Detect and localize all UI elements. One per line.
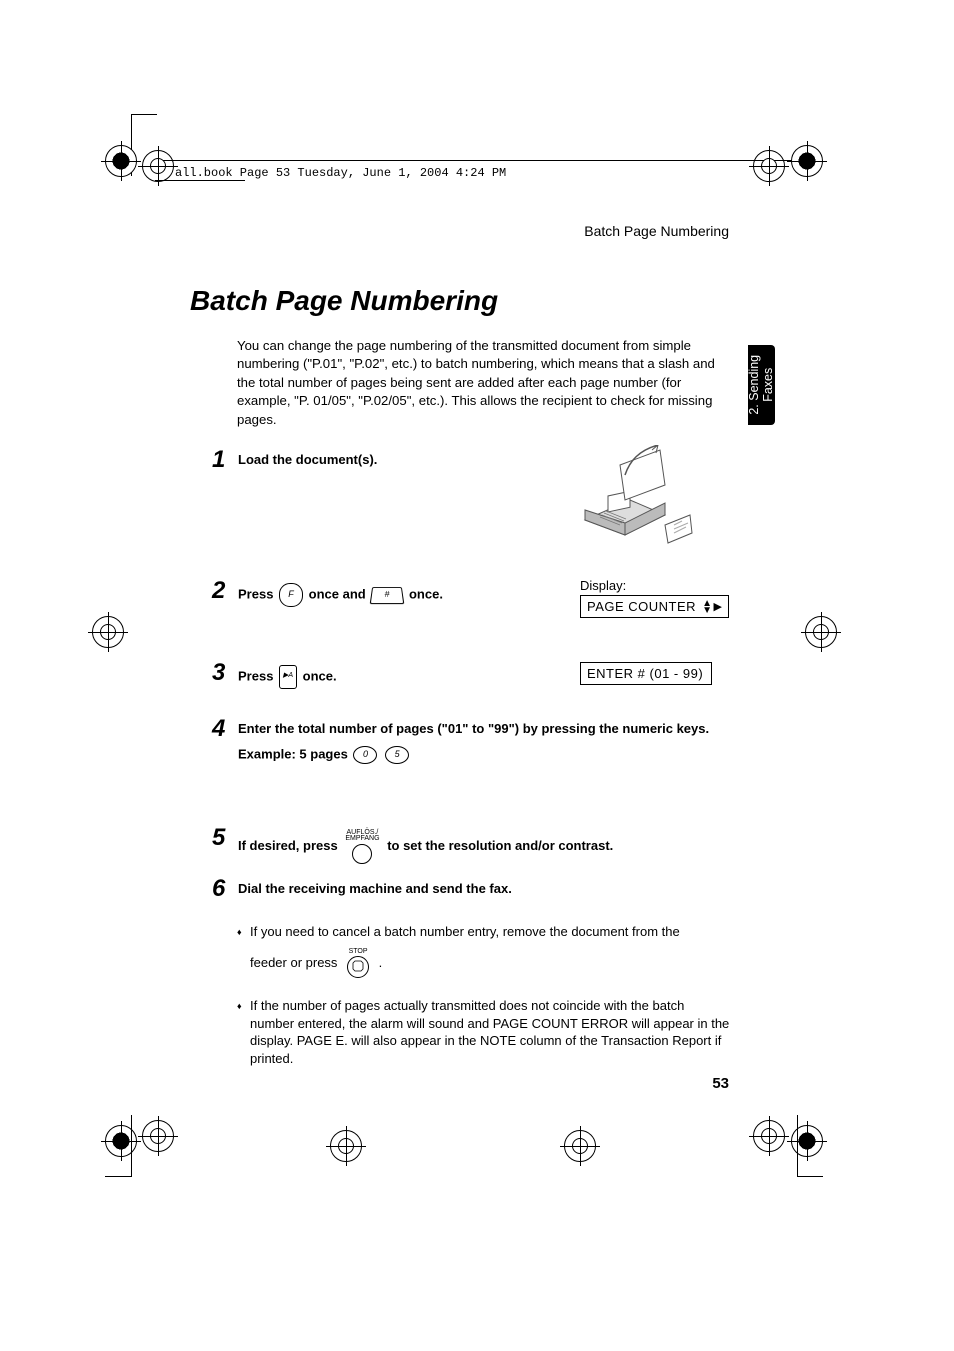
running-header: Batch Page Numbering bbox=[584, 223, 729, 239]
lcd-display: ENTER # (01 - 99) bbox=[580, 662, 712, 685]
step-number: 1 bbox=[212, 446, 225, 474]
section-title: Batch Page Numbering bbox=[190, 285, 498, 317]
registration-mark-icon bbox=[105, 145, 137, 177]
step-number: 3 bbox=[212, 659, 225, 687]
speaker-key-icon: ▶A bbox=[279, 665, 297, 689]
hash-key-icon: # bbox=[370, 587, 405, 604]
step-6-text: Dial the receiving machine and send the … bbox=[238, 881, 725, 896]
registration-mark-icon bbox=[330, 1130, 362, 1162]
registration-mark-icon bbox=[791, 145, 823, 177]
right-arrow-icon: ▶ bbox=[713, 600, 722, 613]
lcd-display: PAGE COUNTER ▲▼ ▶ bbox=[580, 595, 729, 618]
function-key-icon: F bbox=[279, 583, 303, 607]
display-label: Display: bbox=[580, 578, 729, 593]
note-bullet: If the number of pages actually transmit… bbox=[250, 997, 730, 1067]
step-number: 6 bbox=[212, 875, 225, 903]
chapter-tab-line1: 2. Sending bbox=[747, 355, 761, 415]
book-meta-line: all.book Page 53 Tuesday, June 1, 2004 4… bbox=[175, 166, 506, 180]
note-bullet: If you need to cancel a batch number ent… bbox=[250, 923, 730, 978]
step-number: 5 bbox=[212, 824, 225, 852]
registration-mark-icon bbox=[142, 150, 174, 182]
registration-mark-icon bbox=[753, 150, 785, 182]
updown-arrow-icon: ▲▼ bbox=[702, 600, 712, 614]
chapter-tab-line2: Faxes bbox=[761, 368, 775, 402]
registration-mark-icon bbox=[142, 1120, 174, 1152]
step-number: 4 bbox=[212, 715, 225, 743]
registration-mark-icon bbox=[791, 1125, 823, 1157]
resolution-key-icon bbox=[352, 844, 372, 864]
stop-key-icon bbox=[347, 956, 369, 978]
digit-0-key-icon: 0 bbox=[353, 746, 377, 764]
registration-mark-icon bbox=[805, 616, 837, 648]
registration-mark-icon bbox=[564, 1130, 596, 1162]
step-4-text: Enter the total number of pages ("01" to… bbox=[238, 721, 709, 736]
digit-5-key-icon: 5 bbox=[385, 746, 409, 764]
registration-mark-icon bbox=[753, 1120, 785, 1152]
step-1-text: Load the document(s). bbox=[238, 452, 725, 467]
step-number: 2 bbox=[212, 577, 225, 605]
chapter-tab: 2. Sending Faxes bbox=[748, 345, 775, 425]
step-4-example-label: Example: 5 pages bbox=[238, 746, 348, 761]
step-5-text: If desired, press AUFLÖS./ EMPFANG to se… bbox=[238, 830, 725, 864]
registration-mark-icon bbox=[105, 1125, 137, 1157]
page-number: 53 bbox=[712, 1075, 729, 1092]
registration-mark-icon bbox=[92, 616, 124, 648]
section-intro: You can change the page numbering of the… bbox=[237, 337, 727, 429]
